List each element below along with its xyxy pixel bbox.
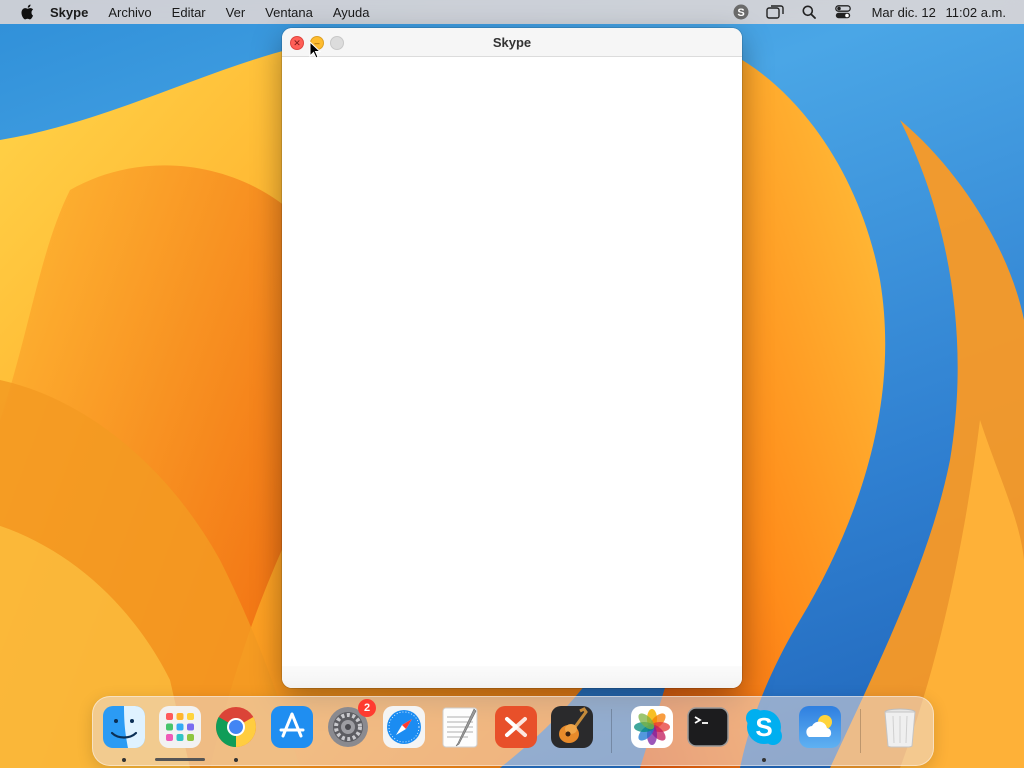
photos-icon (631, 706, 673, 748)
dock-launchpad[interactable] (158, 705, 202, 749)
chrome-icon (216, 707, 256, 747)
dock-system-settings[interactable]: 2 (326, 699, 376, 749)
terminal-icon (687, 707, 729, 747)
launchpad-icon (159, 706, 201, 748)
notification-badge: 2 (358, 699, 376, 717)
dock-finder[interactable] (102, 705, 146, 749)
mouse-pointer-icon (309, 40, 322, 59)
dock-textedit[interactable] (438, 705, 482, 749)
menu-bar-clock[interactable]: Mar dic. 12 11:02 a.m. (866, 5, 1006, 20)
window-content-area[interactable] (282, 57, 742, 667)
window-titlebar[interactable]: ✕ – Skype (282, 28, 742, 57)
dock-skype[interactable]: S (742, 705, 786, 749)
dock-photos[interactable] (630, 705, 674, 749)
skype-window: ✕ – Skype (282, 28, 742, 688)
dock-remote-desktop[interactable] (494, 705, 538, 749)
finder-icon (103, 706, 145, 748)
window-footer (282, 666, 742, 688)
window-title: Skype (492, 34, 532, 50)
dock-chrome[interactable] (214, 705, 258, 749)
weather-icon (799, 706, 841, 748)
garageband-icon (551, 706, 593, 748)
apple-menu-icon[interactable] (18, 3, 36, 21)
dock-trash[interactable] (878, 705, 922, 749)
window-close-button[interactable]: ✕ (290, 36, 304, 50)
svg-text:S: S (755, 712, 772, 742)
dock-running-indicator (762, 758, 766, 762)
trash-icon (884, 708, 916, 748)
spotlight-search-icon[interactable] (798, 3, 820, 21)
dock-separator (860, 709, 861, 753)
control-center-icon[interactable] (832, 3, 854, 21)
dock-garageband[interactable] (550, 705, 594, 749)
dock-running-indicator (122, 758, 126, 762)
menu-bar: Skype Archivo Editar Ver Ventana Ayuda S… (0, 0, 1024, 24)
clock-time: 11:02 a.m. (945, 4, 1006, 20)
skype-icon: S (746, 709, 782, 745)
dock-app-store[interactable] (270, 705, 314, 749)
clock-date: Mar dic. 12 (871, 4, 936, 20)
menu-ventana[interactable]: Ventana (265, 5, 313, 20)
skype-status-icon[interactable]: S (730, 3, 752, 21)
menu-app-name[interactable]: Skype (50, 5, 88, 20)
dock-weather[interactable] (798, 705, 842, 749)
dock-safari[interactable] (382, 705, 426, 749)
textedit-icon (442, 707, 478, 748)
dock-separator (611, 709, 612, 753)
remote-desktop-icon (495, 706, 537, 748)
menu-editar[interactable]: Editar (172, 5, 206, 20)
launchpad-progress-indicator (155, 758, 205, 761)
safari-icon (383, 706, 425, 748)
close-icon: ✕ (293, 37, 301, 48)
dock: 2 S (92, 696, 934, 766)
dock-running-indicator (234, 758, 238, 762)
screen-mirroring-icon[interactable] (764, 3, 786, 21)
svg-text:S: S (737, 7, 744, 19)
menu-archivo[interactable]: Archivo (108, 5, 151, 20)
window-zoom-button[interactable] (330, 36, 344, 50)
app-store-icon (271, 706, 313, 748)
dock-terminal[interactable] (686, 705, 730, 749)
menu-ayuda[interactable]: Ayuda (333, 5, 370, 20)
menu-ver[interactable]: Ver (226, 5, 246, 20)
